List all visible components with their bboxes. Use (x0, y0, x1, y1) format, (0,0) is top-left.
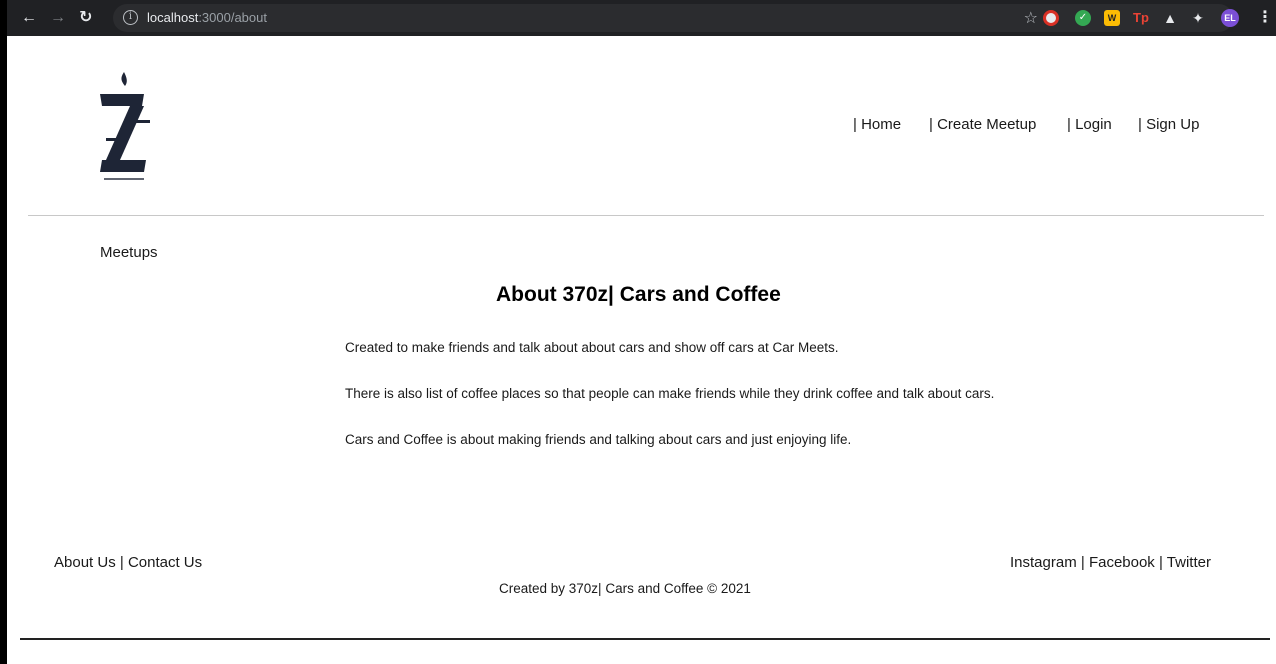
browser-toolbar: ← → ↻ i localhost:3000/about ☆ ✓ W Tp ▲ … (7, 0, 1276, 36)
about-paragraph: There is also list of coffee places so t… (345, 386, 995, 401)
footer-contact-us-link[interactable]: Contact Us (128, 554, 202, 571)
about-paragraph: Created to make friends and talk about a… (345, 340, 839, 355)
nav-create-meetup-link[interactable]: | Create Meetup (929, 116, 1036, 133)
footer-copyright: Created by 370z| Cars and Coffee © 2021 (499, 581, 751, 596)
footer-divider (20, 638, 1270, 640)
block-extension-icon[interactable] (1043, 10, 1059, 26)
footer-separator: | (115, 554, 128, 571)
footer-about-us-link[interactable]: About Us (54, 554, 116, 571)
nav-sign-up-link[interactable]: | Sign Up (1138, 116, 1199, 133)
footer-twitter-link[interactable]: Twitter (1167, 554, 1211, 571)
back-arrow-icon[interactable]: ← (21, 9, 37, 27)
z-logo-icon[interactable] (84, 66, 164, 186)
puzzle-extensions-icon[interactable]: ✦ (1190, 10, 1206, 26)
address-bar[interactable]: i localhost:3000/about ☆ (113, 4, 1233, 32)
address-url[interactable]: localhost:3000/about (147, 10, 267, 25)
shield-extension-icon[interactable]: ✓ (1075, 10, 1091, 26)
footer-separator: | (1076, 554, 1089, 571)
reload-icon[interactable]: ↻ (79, 9, 92, 27)
tp-extension-icon[interactable]: Tp (1133, 10, 1149, 26)
nav-home-link[interactable]: | Home (853, 116, 901, 133)
footer-social-links: Instagram | Facebook | Twitter (1010, 554, 1211, 571)
footer-instagram-link[interactable]: Instagram (1010, 554, 1077, 571)
sidebar-meetups-link[interactable]: Meetups (100, 244, 158, 261)
bookmark-star-icon[interactable]: ☆ (1024, 8, 1038, 28)
site-info-icon[interactable]: i (123, 10, 138, 25)
footer-facebook-link[interactable]: Facebook (1089, 554, 1155, 571)
w-extension-icon[interactable]: W (1104, 10, 1120, 26)
nav-login-link[interactable]: | Login (1067, 116, 1112, 133)
footer-left-links: About Us | Contact Us (54, 554, 202, 571)
browser-menu-icon[interactable]: ⋮ (1257, 10, 1273, 26)
arc-extension-icon[interactable]: ▲ (1162, 10, 1178, 26)
window-frame (0, 0, 7, 664)
about-paragraph: Cars and Coffee is about making friends … (345, 432, 852, 447)
forward-arrow-icon[interactable]: → (50, 9, 66, 27)
header-divider (28, 215, 1264, 216)
profile-avatar[interactable]: EL (1221, 9, 1239, 27)
page-title: About 370z| Cars and Coffee (496, 283, 781, 306)
footer-separator: | (1154, 554, 1167, 571)
